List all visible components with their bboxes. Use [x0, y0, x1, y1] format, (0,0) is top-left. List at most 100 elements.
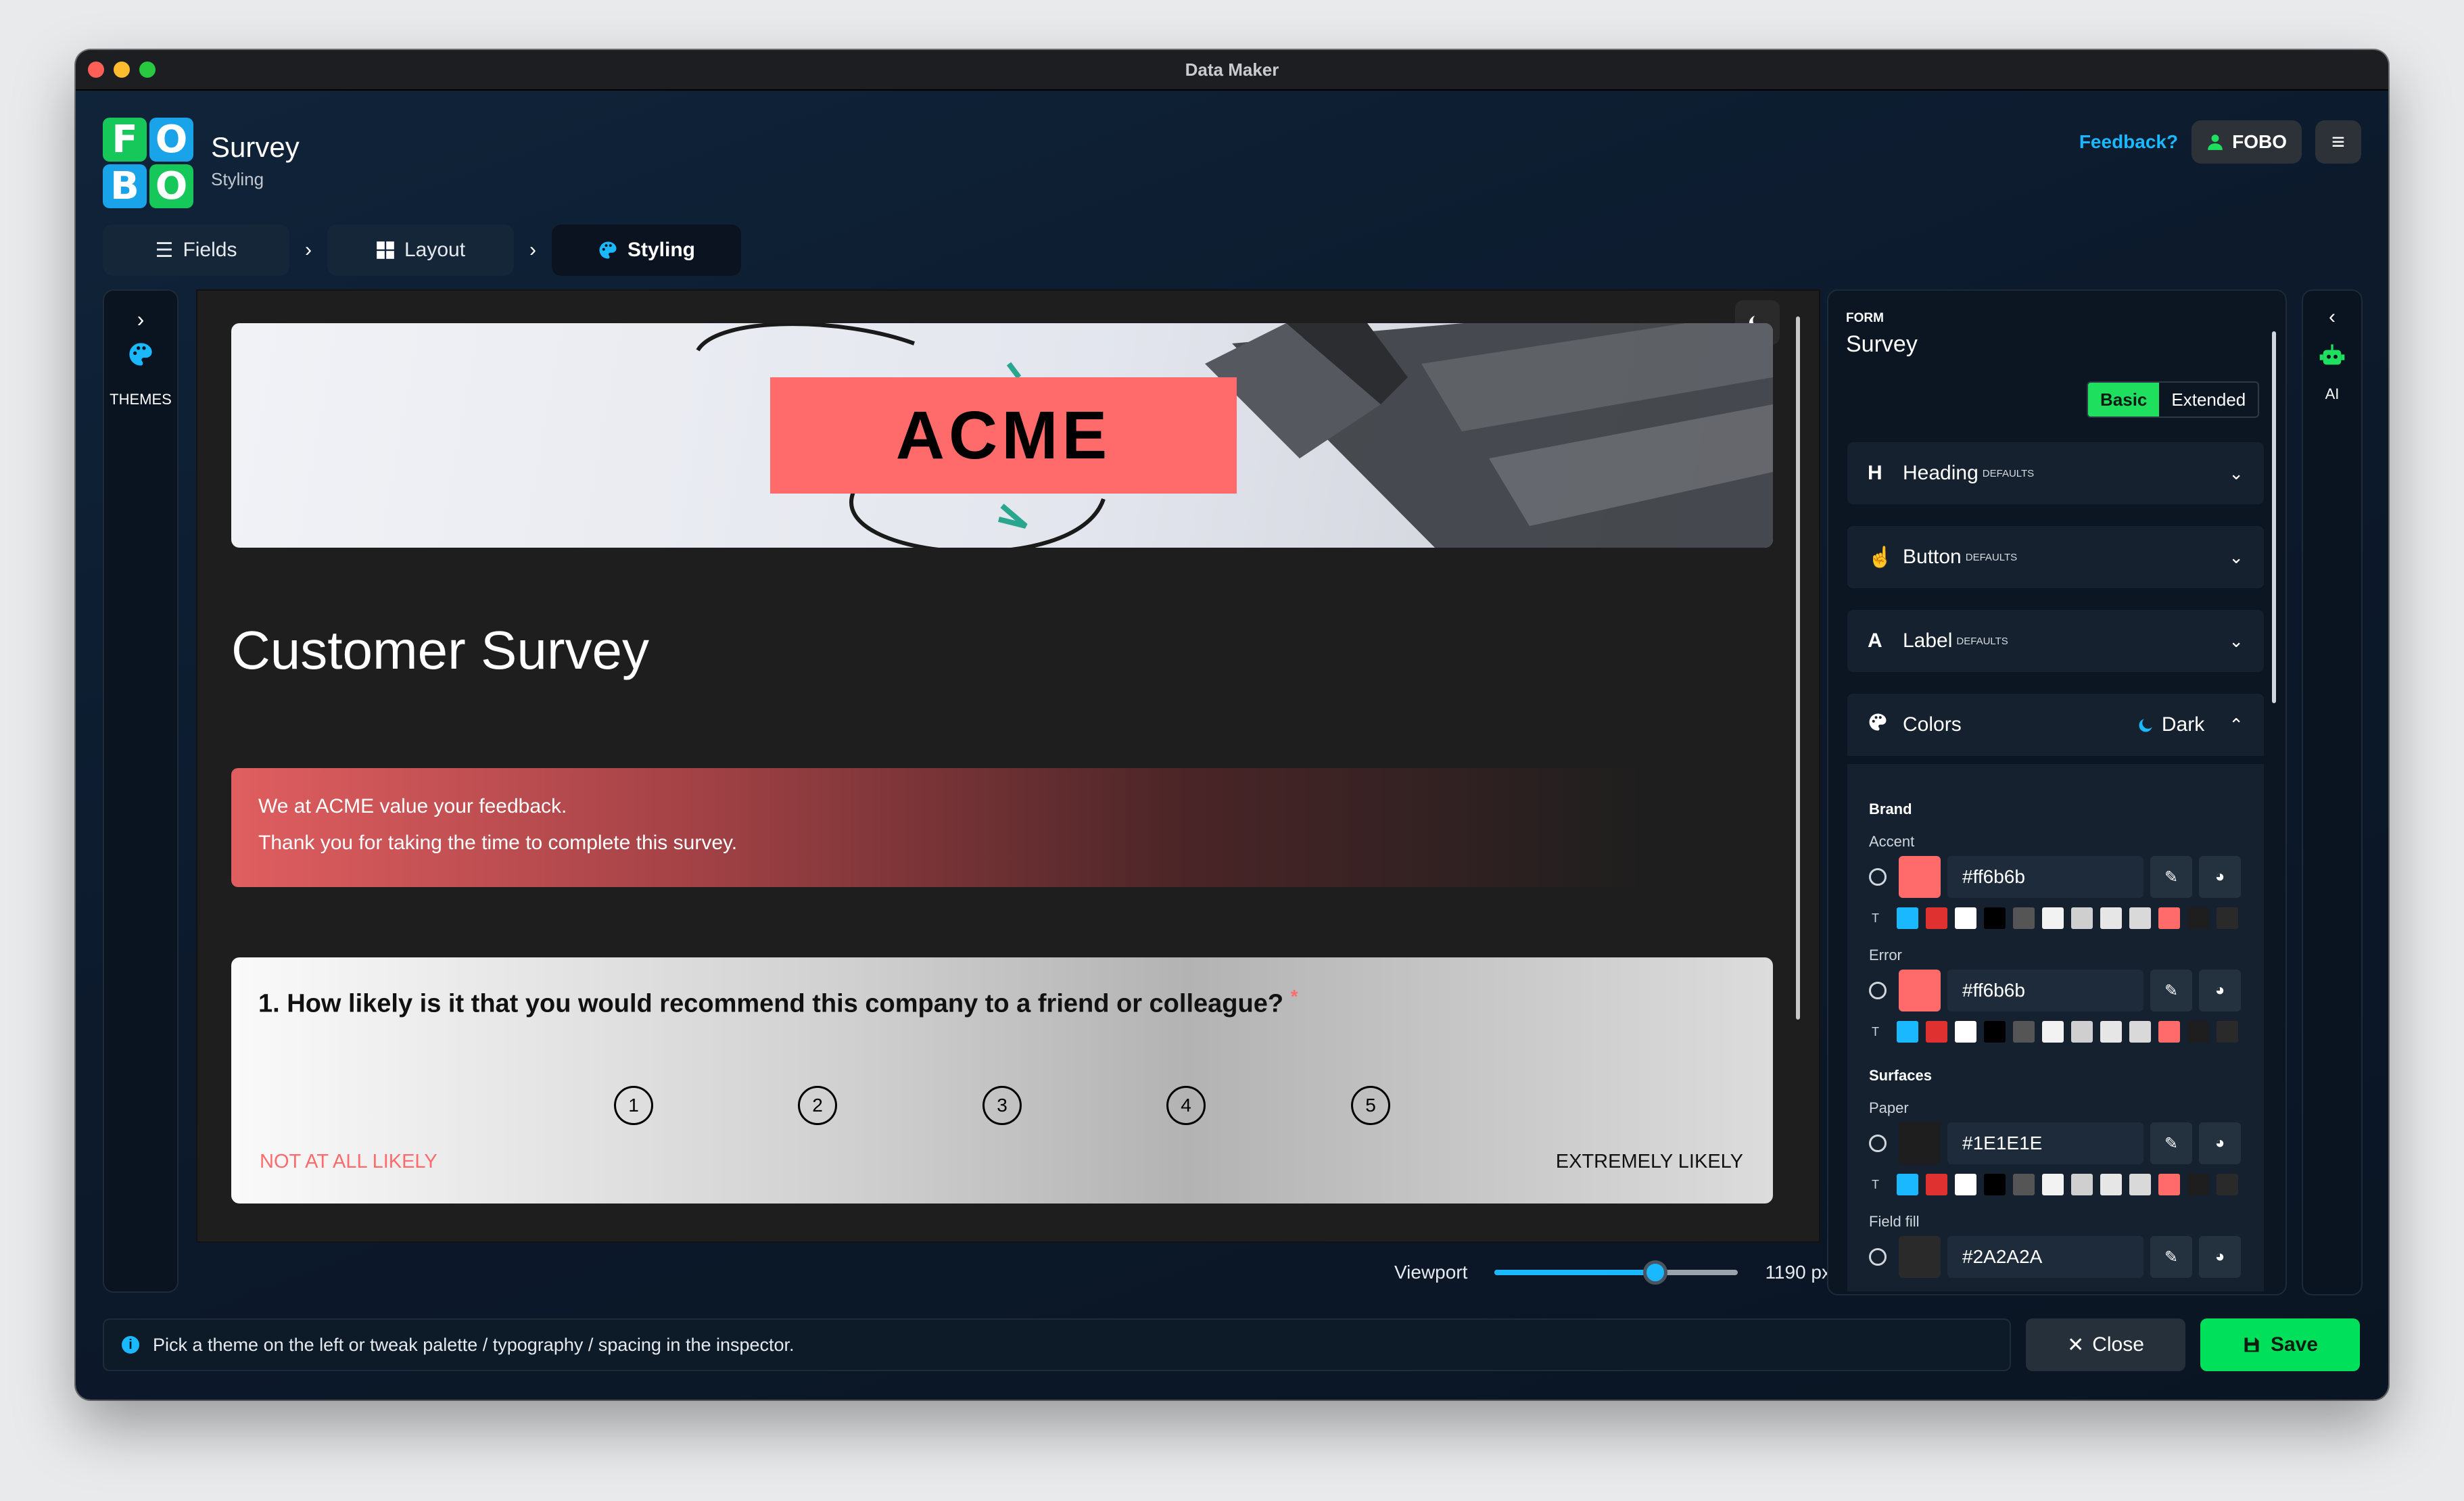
error-hex-input[interactable]: #ff6b6b — [1947, 970, 2143, 1011]
palette-swatch[interactable] — [2129, 1021, 2151, 1043]
palette-picker-button[interactable]: ◕ — [2199, 1236, 2241, 1278]
feedback-link[interactable]: Feedback? — [2079, 131, 2178, 153]
rating-option-4[interactable]: 4 — [1166, 1086, 1206, 1125]
accent-radio[interactable] — [1869, 868, 1887, 886]
palette-swatch[interactable] — [2217, 1021, 2238, 1043]
palette-swatch[interactable] — [1926, 1174, 1947, 1195]
palette-swatch[interactable] — [2013, 907, 2035, 929]
viewport-label: Viewport — [1394, 1262, 1468, 1283]
palette-swatch[interactable] — [1926, 1021, 1947, 1043]
palette-swatch[interactable] — [2158, 1021, 2180, 1043]
color-scheme-toggle[interactable]: Dark — [2137, 713, 2204, 736]
step-navigation: ☰ Fields › Layout › Styling — [103, 224, 741, 276]
rating-option-1[interactable]: 1 — [614, 1086, 653, 1125]
accent-hex-input[interactable]: #ff6b6b — [1947, 856, 2143, 898]
eyedropper-button[interactable]: ✎ — [2150, 970, 2192, 1011]
palette-swatch[interactable] — [1955, 1174, 1976, 1195]
rating-option-2[interactable]: 2 — [798, 1086, 837, 1125]
palette-swatch[interactable] — [2071, 907, 2093, 929]
button-section[interactable]: ☝ Button DEFAULTS ⌄ — [1847, 526, 2264, 588]
palette-swatch[interactable] — [2217, 907, 2238, 929]
palette-swatch[interactable] — [2187, 1174, 2209, 1195]
menu-button[interactable]: ≡ — [2315, 120, 2361, 164]
palette-swatch[interactable] — [2187, 1021, 2209, 1043]
field-fill-hex-input[interactable]: #2A2A2A — [1947, 1236, 2143, 1278]
palette-swatch[interactable] — [2042, 907, 2064, 929]
error-swatch[interactable] — [1899, 970, 1941, 1011]
label-section[interactable]: A Label DEFAULTS ⌄ — [1847, 610, 2264, 672]
palette-icon: ◕ — [2214, 981, 2225, 999]
step-fields[interactable]: ☰ Fields — [103, 224, 289, 276]
palette-swatch[interactable] — [2187, 907, 2209, 929]
palette-picker-button[interactable]: ◕ — [2199, 970, 2241, 1011]
palette-picker-button[interactable]: ◕ — [2199, 1122, 2241, 1164]
palette-swatch[interactable] — [2071, 1021, 2093, 1043]
paper-radio[interactable] — [1869, 1135, 1887, 1152]
close-button[interactable]: ✕ Close — [2026, 1318, 2185, 1371]
palette-swatch[interactable] — [1926, 907, 1947, 929]
palette-picker-button[interactable]: ◕ — [2199, 856, 2241, 898]
minimize-window-button[interactable] — [114, 62, 130, 78]
eyedropper-button[interactable]: ✎ — [2150, 1122, 2192, 1164]
palette-swatch[interactable] — [1984, 907, 2006, 929]
maximize-window-button[interactable] — [139, 62, 156, 78]
viewport-slider[interactable] — [1494, 1260, 1738, 1285]
palette-swatch[interactable] — [1897, 1021, 1918, 1043]
palette-swatch[interactable] — [2158, 1174, 2180, 1195]
ai-button[interactable] — [2303, 342, 2361, 373]
close-window-button[interactable] — [88, 62, 104, 78]
mode-basic-button[interactable]: Basic — [2088, 383, 2160, 416]
logo-tile-o: O — [149, 118, 193, 162]
close-button-label: Close — [2092, 1333, 2144, 1356]
step-styling[interactable]: Styling — [552, 224, 741, 276]
save-button[interactable]: Save — [2200, 1318, 2360, 1371]
palette-swatch[interactable] — [2100, 907, 2122, 929]
palette-swatch[interactable] — [2158, 907, 2180, 929]
heading-section[interactable]: H Heading DEFAULTS ⌄ — [1847, 442, 2264, 504]
expand-ai-button[interactable]: ‹ — [2303, 306, 2361, 329]
error-label: Error — [1869, 947, 1902, 963]
eyedropper-icon: ✎ — [2164, 981, 2179, 1000]
inspector-scrollbar[interactable] — [2272, 331, 2276, 703]
step-layout[interactable]: Layout — [327, 224, 514, 276]
form-title: Customer Survey — [231, 620, 649, 680]
rating-option-3[interactable]: 3 — [982, 1086, 1022, 1125]
palette-swatch[interactable] — [1955, 1021, 1976, 1043]
preview-scrollbar[interactable] — [1796, 316, 1800, 1020]
palette-swatch[interactable] — [1955, 907, 1976, 929]
palette-swatch[interactable] — [2217, 1174, 2238, 1195]
eyedropper-button[interactable]: ✎ — [2150, 1236, 2192, 1278]
paper-hex-input[interactable]: #1E1E1E — [1947, 1122, 2143, 1164]
palette-swatch[interactable] — [2042, 1174, 2064, 1195]
palette-swatch[interactable] — [2100, 1174, 2122, 1195]
palette-swatch[interactable] — [2129, 1174, 2151, 1195]
mode-extended-button[interactable]: Extended — [2159, 383, 2258, 416]
palette-swatch[interactable] — [1897, 1174, 1918, 1195]
brand-group-heading: Brand — [1869, 801, 1912, 817]
field-fill-swatch[interactable] — [1899, 1236, 1941, 1278]
palette-swatch[interactable] — [1984, 1021, 2006, 1043]
themes-button[interactable] — [104, 341, 177, 371]
palette-swatch[interactable] — [1984, 1174, 2006, 1195]
palette-swatch[interactable] — [1897, 907, 1918, 929]
eyedropper-button[interactable]: ✎ — [2150, 856, 2192, 898]
palette-icon — [129, 343, 152, 366]
colors-section[interactable]: Colors Dark ⌃ — [1847, 694, 2264, 756]
error-radio[interactable] — [1869, 982, 1887, 999]
accent-swatch[interactable] — [1899, 856, 1941, 898]
rating-low-label: NOT AT ALL LIKELY — [260, 1151, 437, 1172]
palette-swatch[interactable] — [2100, 1021, 2122, 1043]
rating-option-5[interactable]: 5 — [1351, 1086, 1390, 1125]
expand-themes-button[interactable]: › — [104, 307, 177, 332]
field-fill-radio[interactable] — [1869, 1248, 1887, 1266]
palette-swatch[interactable] — [2071, 1174, 2093, 1195]
palette-swatch[interactable] — [2042, 1021, 2064, 1043]
themes-rail: › THEMES — [103, 289, 179, 1293]
logo-tile-o2: O — [149, 164, 193, 208]
viewport-slider-thumb[interactable] — [1643, 1260, 1668, 1285]
palette-swatch[interactable] — [2013, 1174, 2035, 1195]
palette-swatch[interactable] — [2129, 907, 2151, 929]
palette-swatch[interactable] — [2013, 1021, 2035, 1043]
paper-swatch[interactable] — [1899, 1122, 1941, 1164]
user-button[interactable]: FOBO — [2191, 120, 2302, 164]
